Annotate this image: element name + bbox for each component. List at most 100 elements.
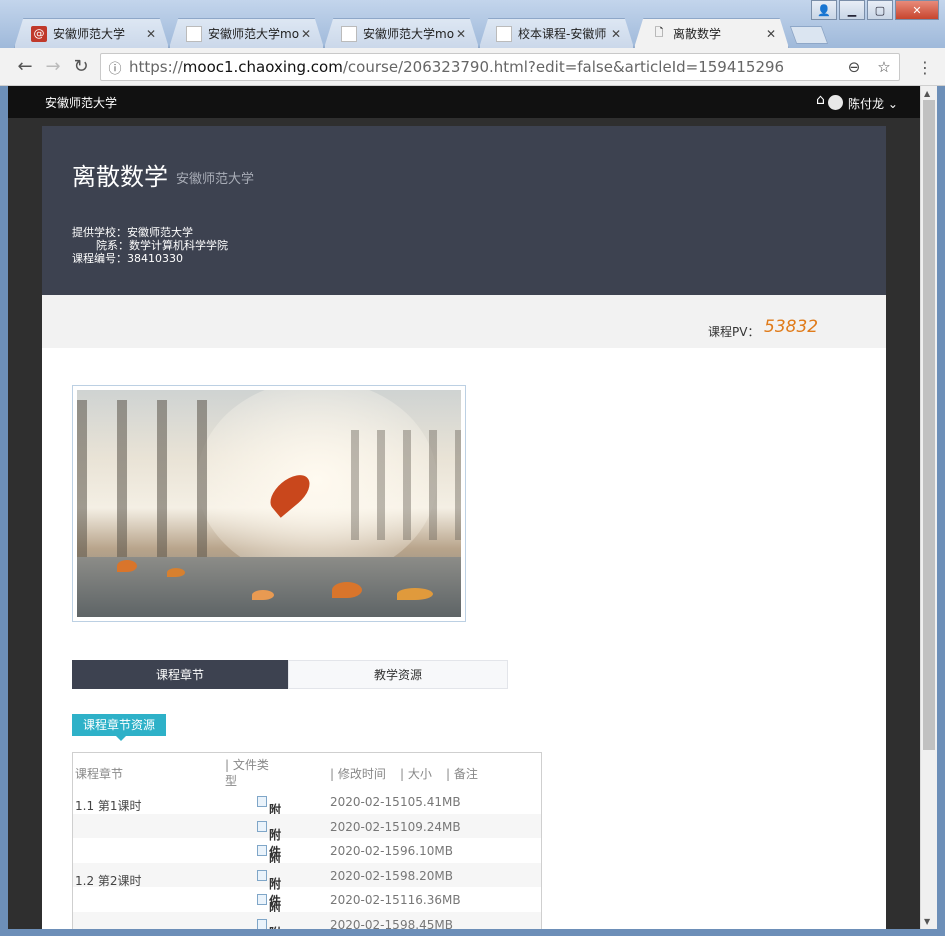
meta-dept-label: 院系： xyxy=(96,239,129,252)
browser-tab-1[interactable]: @ 安徽师范大学 ✕ xyxy=(14,18,169,48)
course-cover-image xyxy=(77,390,461,617)
site-top-nav: 安徽师范大学 ⌂ 陈付龙 ⌄ xyxy=(8,86,920,118)
row-chapter: 1.1 第1课时 xyxy=(75,799,142,813)
row-date: 2020-02-15 xyxy=(330,819,400,834)
file-icon xyxy=(257,820,267,832)
site-school-name[interactable]: 安徽师范大学 xyxy=(45,94,117,111)
table-row[interactable]: 1.1 第1课时 附件 2020-02-15 105.41MB xyxy=(73,789,541,834)
file-icon xyxy=(257,796,267,807)
minimize-button[interactable]: ▁ xyxy=(839,0,865,20)
reload-icon[interactable]: ↻ xyxy=(70,56,92,78)
back-arrow-icon[interactable]: ← xyxy=(14,56,36,78)
tab-label: 校本课程-安徽师 xyxy=(518,27,607,41)
file-icon xyxy=(257,894,267,905)
close-icon[interactable]: ✕ xyxy=(764,27,778,41)
row-type[interactable]: 附件 xyxy=(257,869,281,908)
new-tab-button[interactable] xyxy=(789,26,829,44)
table-row[interactable]: 附件 2020-02-15 109.24MB xyxy=(73,813,541,859)
page-icon xyxy=(496,25,512,42)
close-icon[interactable]: ✕ xyxy=(144,27,158,41)
avatar[interactable] xyxy=(828,95,843,110)
home-icon[interactable]: ⌂ xyxy=(816,92,825,108)
window-controls: 👤 ▁ ▢ ✕ xyxy=(809,0,939,20)
user-profile-icon[interactable]: 👤 xyxy=(811,0,837,20)
user-menu[interactable]: 陈付龙 ⌄ xyxy=(848,95,898,112)
row-type[interactable]: 附件 xyxy=(257,844,281,883)
row-size: 98.45MB xyxy=(400,917,453,930)
file-icon xyxy=(257,918,267,929)
browser-menu-icon[interactable]: ⋮ xyxy=(917,58,933,77)
table-row[interactable]: 附件 2020-02-15 98.45MB xyxy=(73,911,541,930)
course-title: 离散数学 xyxy=(72,163,168,191)
zoom-icon[interactable]: ⊖ xyxy=(839,58,869,76)
row-date: 2020-02-15 xyxy=(330,844,400,858)
row-size: 109.24MB xyxy=(400,819,461,834)
row-size: 116.36MB xyxy=(400,893,461,907)
browser-tab-2[interactable]: 安徽师范大学moo ✕ xyxy=(169,18,324,48)
row-type[interactable]: 附件 xyxy=(257,893,281,929)
col-filetype: | 文件类 xyxy=(225,758,269,772)
browser-toolbar: ← → ↻ ⓘ https://mooc1.chaoxing.com/cours… xyxy=(0,48,945,86)
col-note: | 备注 xyxy=(446,767,478,781)
browser-tabstrip: @ 安徽师范大学 ✕ 安徽师范大学moo ✕ 安徽师范大学moo ✕ 校本课程-… xyxy=(14,18,829,48)
chapter-resources-badge: 课程章节资源 xyxy=(72,714,167,741)
col-chapter: 课程章节 xyxy=(75,767,124,781)
pv-label: 课程PV： xyxy=(708,325,760,339)
tab-label: 离散数学 xyxy=(673,27,722,41)
meta-code-label: 课程编号： xyxy=(72,252,127,265)
close-icon[interactable]: ✕ xyxy=(454,27,468,41)
row-size: 96.10MB xyxy=(400,844,453,858)
table-row[interactable]: 附件 2020-02-15 96.10MB xyxy=(73,838,541,883)
row-date: 2020-02-15 xyxy=(330,917,400,930)
close-icon[interactable]: ✕ xyxy=(609,27,623,41)
window-close-button[interactable]: ✕ xyxy=(895,0,939,20)
row-type[interactable]: 附件 xyxy=(257,795,281,834)
row-type[interactable]: 附件 xyxy=(257,918,281,929)
url-text[interactable]: https://mooc1.chaoxing.com/course/206323… xyxy=(129,58,839,76)
close-icon[interactable]: ✕ xyxy=(299,27,313,41)
at-sign-icon: @ xyxy=(31,25,47,42)
browser-tab-4[interactable]: 校本课程-安徽师 ✕ xyxy=(479,18,634,48)
meta-code-value: 38410330 xyxy=(127,252,183,265)
chevron-down-icon: ⌄ xyxy=(887,97,898,111)
url-host: mooc1.chaoxing.com xyxy=(182,58,343,76)
col-size: | 大小 xyxy=(400,767,432,781)
file-icon xyxy=(257,845,267,856)
scroll-down-icon[interactable]: ▼ xyxy=(924,917,930,926)
scrollbar-thumb[interactable] xyxy=(923,100,935,750)
info-icon[interactable]: ⓘ xyxy=(101,58,129,77)
tab-label: 安徽师范大学 xyxy=(53,27,126,41)
bookmark-star-icon[interactable]: ☆ xyxy=(869,58,899,76)
course-container: 离散数学 安徽师范大学 提供学校： 安徽师范大学 院系： 数学计算机科学学院 课程编… xyxy=(42,126,886,929)
browser-tab-5[interactable]: 🗋 离散数学 ✕ xyxy=(634,18,789,48)
resource-table: 课程章节 | 文件类 型 | 修改时间 | 大小 | 备注 1.1 第1课时 附… xyxy=(72,752,542,929)
course-cover-frame xyxy=(72,385,466,622)
tab-label: 安徽师范大学moo xyxy=(363,27,454,41)
col-filetype-wrap: 型 xyxy=(225,774,238,788)
window-frame-bottom xyxy=(0,929,945,936)
row-date: 2020-02-15 xyxy=(330,795,400,809)
meta-provider-value: 安徽师范大学 xyxy=(127,226,193,239)
maximize-button[interactable]: ▢ xyxy=(867,0,893,20)
url-path: /course/206323790.html?edit=false&articl… xyxy=(342,58,785,76)
row-size: 105.41MB xyxy=(400,795,461,809)
table-row[interactable]: 附件 2020-02-15 116.36MB xyxy=(73,887,541,929)
address-bar[interactable]: ⓘ https://mooc1.chaoxing.com/course/2063… xyxy=(100,53,900,81)
row-size: 98.20MB xyxy=(400,868,453,883)
tab-teaching-resources[interactable]: 教学资源 xyxy=(288,660,508,689)
scroll-up-icon[interactable]: ▲ xyxy=(924,89,930,98)
table-row[interactable]: 1.2 第2课时 附件 2020-02-15 98.20MB xyxy=(73,862,541,908)
page-scrollbar[interactable]: ▲ ▼ xyxy=(920,86,937,929)
page-icon xyxy=(341,25,357,42)
meta-provider: 提供学校： 安徽师范大学 xyxy=(72,226,228,239)
table-header: 课程章节 | 文件类 型 | 修改时间 | 大小 | 备注 xyxy=(73,753,541,789)
pv-value: 53832 xyxy=(764,317,819,337)
course-banner: 离散数学 安徽师范大学 提供学校： 安徽师范大学 院系： 数学计算机科学学院 课程编… xyxy=(42,126,886,295)
tab-chapters[interactable]: 课程章节 xyxy=(72,660,288,689)
browser-tab-3[interactable]: 安徽师范大学moo ✕ xyxy=(324,18,479,48)
page-viewport: 安徽师范大学 ⌂ 陈付龙 ⌄ 离散数学 安徽师范大学 提供学校： 安徽师范大学 院… xyxy=(8,86,920,929)
forward-arrow-icon[interactable]: → xyxy=(42,56,64,78)
pv-bar: 课程PV： 53832 xyxy=(42,295,886,348)
meta-code: 课程编号： 38410330 xyxy=(72,252,228,265)
row-type[interactable]: 附件 xyxy=(257,820,281,859)
